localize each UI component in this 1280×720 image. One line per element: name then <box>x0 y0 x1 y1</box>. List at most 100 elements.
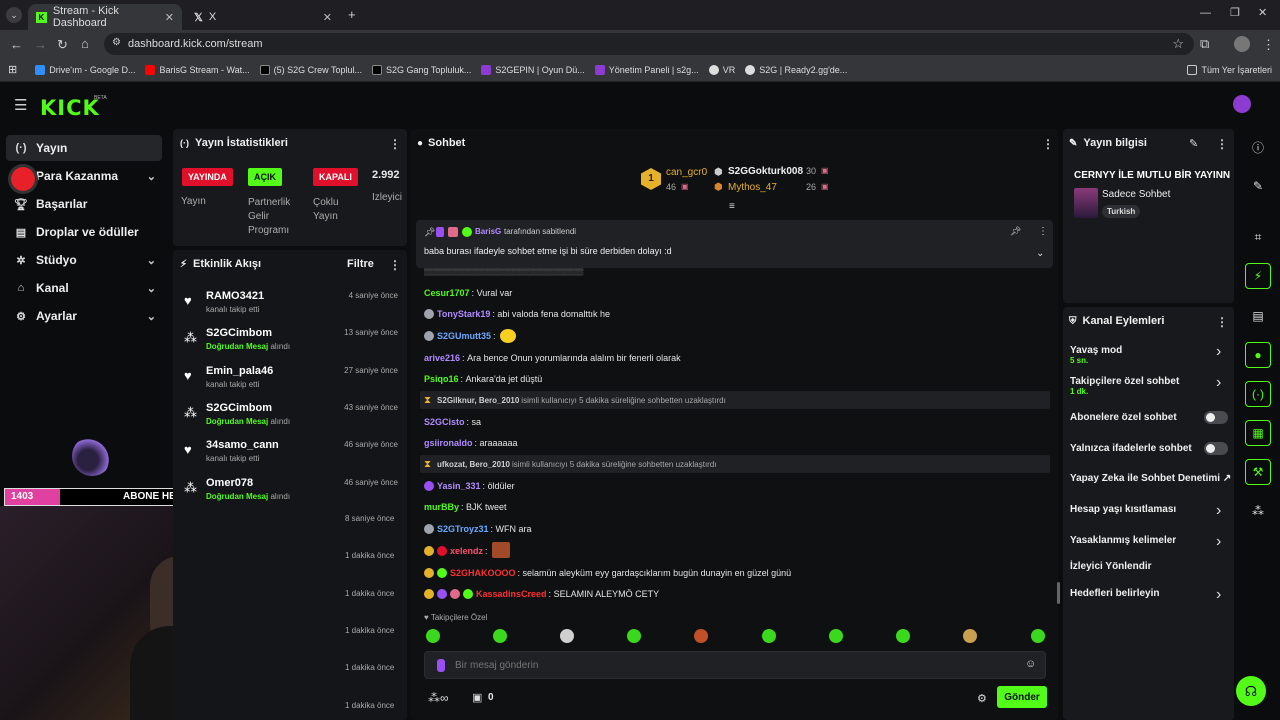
actions-menu-icon[interactable]: ⋮ <box>1216 315 1228 329</box>
chat-username[interactable]: Cesur1707 <box>424 288 470 298</box>
chat-username[interactable]: S2GUmutt35 <box>437 331 491 341</box>
emote-button[interactable] <box>963 629 977 643</box>
channel-action-item[interactable]: Yavaş mod 5 sn. <box>1070 345 1122 365</box>
edit-icon[interactable]: ✎ <box>1189 137 1198 150</box>
bookmark-item[interactable]: S2GEPIN | Oyun Dü... <box>481 64 585 75</box>
url-field[interactable]: ⚙ dashboard.kick.com/stream ☆ <box>104 33 1194 55</box>
chat-username[interactable]: arive216 <box>424 353 460 363</box>
chat-username[interactable]: S2GCisto <box>424 417 465 427</box>
group-icon[interactable]: ⁂ <box>1245 498 1271 524</box>
sidebar-item-basarilar[interactable]: 🏆︎ Başarılar <box>6 191 162 217</box>
maximize-icon[interactable]: ❐ <box>1230 8 1240 19</box>
chat-settings-icon[interactable]: ⚙ <box>977 692 987 705</box>
emote-button[interactable] <box>694 629 708 643</box>
activity-menu-icon[interactable]: ⋮ <box>389 258 401 272</box>
channel-action-item[interactable]: Yasaklanmış kelimeler <box>1070 535 1176 546</box>
leader-name[interactable]: can_gcr0 <box>666 167 707 178</box>
profile-avatar[interactable] <box>1234 36 1250 52</box>
wrench-icon[interactable]: ⚒ <box>1245 459 1271 485</box>
emote-button[interactable] <box>762 629 776 643</box>
toggle-switch[interactable] <box>1204 442 1228 455</box>
bookmark-star-icon[interactable]: ☆ <box>1172 36 1184 52</box>
emote-button[interactable] <box>493 629 507 643</box>
activity-user[interactable]: Emin_pala46 <box>206 365 273 377</box>
emoji-icon[interactable]: ☺ <box>1025 658 1036 670</box>
channel-action-item[interactable]: Abonelere özel sohbet <box>1070 412 1177 423</box>
emote-button[interactable] <box>426 629 440 643</box>
sidebar-item-kanal[interactable]: ⌂ Kanal ⌄ <box>6 275 162 301</box>
activity-user[interactable]: S2GCimbom <box>206 327 272 339</box>
extensions-icon[interactable]: ⧉ <box>1200 37 1209 50</box>
emote-button[interactable] <box>560 629 574 643</box>
home-icon[interactable]: ⌂ <box>81 37 89 50</box>
channel-action-item[interactable]: Hesap yaşı kısıtlaması <box>1070 504 1176 515</box>
sidebar-item-ayarlar[interactable]: ⚙ Ayarlar ⌄ <box>6 303 162 329</box>
pencil-icon[interactable]: ✎ <box>1245 173 1271 199</box>
pinned-user[interactable]: BarisG <box>475 227 501 236</box>
chat-username[interactable]: S2GTroyz31 <box>437 524 489 534</box>
infinity-icon[interactable]: ⁂∞ <box>428 691 449 705</box>
sidebar-item-studyo[interactable]: ✲ Stüdyo ⌄ <box>6 247 162 273</box>
tab-search-icon[interactable]: ⌄ <box>6 7 22 23</box>
activity-filter-button[interactable]: Filtre <box>347 258 374 270</box>
back-icon[interactable]: ← <box>10 38 23 51</box>
bookmark-item[interactable]: Drive'ım - Google D... <box>35 64 135 75</box>
send-button[interactable]: Gönder <box>997 686 1047 708</box>
bookmark-item[interactable]: VR <box>708 64 735 75</box>
chevron-right-icon[interactable]: › <box>1216 375 1221 391</box>
category-name[interactable]: Sadece Sohbet <box>1102 189 1170 200</box>
crop-icon[interactable]: ⌗ <box>1245 224 1271 250</box>
chevron-right-icon[interactable]: › <box>1216 534 1221 550</box>
gift-box-icon[interactable]: ▣ <box>472 691 482 704</box>
all-bookmarks[interactable]: Tüm Yer İşaretleri <box>1187 64 1272 75</box>
kick-logo[interactable]: KICK <box>40 96 100 120</box>
close-tab-icon[interactable]: ✕ <box>165 11 174 24</box>
chat-input[interactable]: ☺ <box>424 651 1046 679</box>
chat-username[interactable]: murBBy <box>424 502 459 512</box>
emote-button[interactable] <box>896 629 910 643</box>
apps-grid-icon[interactable]: ⊞ <box>8 63 17 76</box>
hamburger-menu-icon[interactable]: ☰ <box>14 98 27 113</box>
bookmark-item[interactable]: (5) S2G Crew Toplul... <box>259 64 362 75</box>
channel-action-item[interactable]: İzleyici Yönlendir <box>1070 561 1152 572</box>
emote-button[interactable] <box>829 629 843 643</box>
layout-icon[interactable]: ▦ <box>1245 420 1271 446</box>
chat-username[interactable]: TonyStark19 <box>437 309 490 319</box>
close-window-icon[interactable]: ✕ <box>1258 8 1267 19</box>
bookmark-item[interactable]: BarisG Stream - Wat... <box>145 64 250 75</box>
forward-icon[interactable]: → <box>34 38 47 51</box>
chat-username[interactable]: KassadinsCreed <box>476 589 547 599</box>
activity-user[interactable]: Omer078 <box>206 477 253 489</box>
chat-menu-icon[interactable]: ⋮ <box>1042 137 1054 151</box>
bookmark-item[interactable]: Yönetim Paneli | s2g... <box>594 64 699 75</box>
chevron-down-icon[interactable]: ⌄ <box>1036 248 1044 259</box>
channel-action-item[interactable]: Takipçilere özel sohbet 1 dk. <box>1070 376 1179 396</box>
unpin-icon[interactable]: 📌︎ <box>1010 226 1021 237</box>
activity-user[interactable]: RAMO3421 <box>206 290 264 302</box>
new-tab-icon[interactable]: + <box>348 8 356 21</box>
emote-button[interactable] <box>627 629 641 643</box>
chat-username[interactable]: S2GHAKOOOO <box>450 568 516 578</box>
chat-username[interactable]: xelendz <box>450 546 483 556</box>
tab-kick-dashboard[interactable]: K Stream - Kick Dashboard ✕ <box>28 4 182 30</box>
document-icon[interactable]: ▤ <box>1245 303 1271 329</box>
sidebar-item-droplar[interactable]: ▤ Droplar ve ödüller <box>6 219 162 245</box>
leader-name[interactable]: S2GGokturk008 <box>728 166 803 177</box>
chat-username[interactable]: gsiironaldo <box>424 438 473 448</box>
info-menu-icon[interactable]: ⋮ <box>1216 137 1228 151</box>
broadcast-icon[interactable]: (·) <box>1245 381 1271 407</box>
close-tab-icon[interactable]: ✕ <box>323 11 332 24</box>
bookmark-item[interactable]: S2G Gang Topluluk... <box>372 64 471 75</box>
category-thumbnail[interactable] <box>1074 188 1098 218</box>
reload-icon[interactable]: ↻ <box>57 38 68 51</box>
message-field[interactable] <box>455 657 1015 673</box>
site-info-icon[interactable]: ⚙ <box>112 37 121 48</box>
bookmark-item[interactable]: S2G | Ready2.gg'de... <box>745 64 847 75</box>
user-avatar[interactable] <box>1233 95 1251 113</box>
channel-action-item[interactable]: Yapay Zeka ile Sohbet Denetimi ↗ <box>1070 473 1231 484</box>
sidebar-item-yayin[interactable]: (·) Yayın <box>6 135 162 161</box>
chat-username[interactable]: Psiqo16 <box>424 374 459 384</box>
chevron-right-icon[interactable]: › <box>1216 344 1221 360</box>
chat-username[interactable]: Yasin_331 <box>437 481 481 491</box>
chevron-right-icon[interactable]: › <box>1216 503 1221 519</box>
